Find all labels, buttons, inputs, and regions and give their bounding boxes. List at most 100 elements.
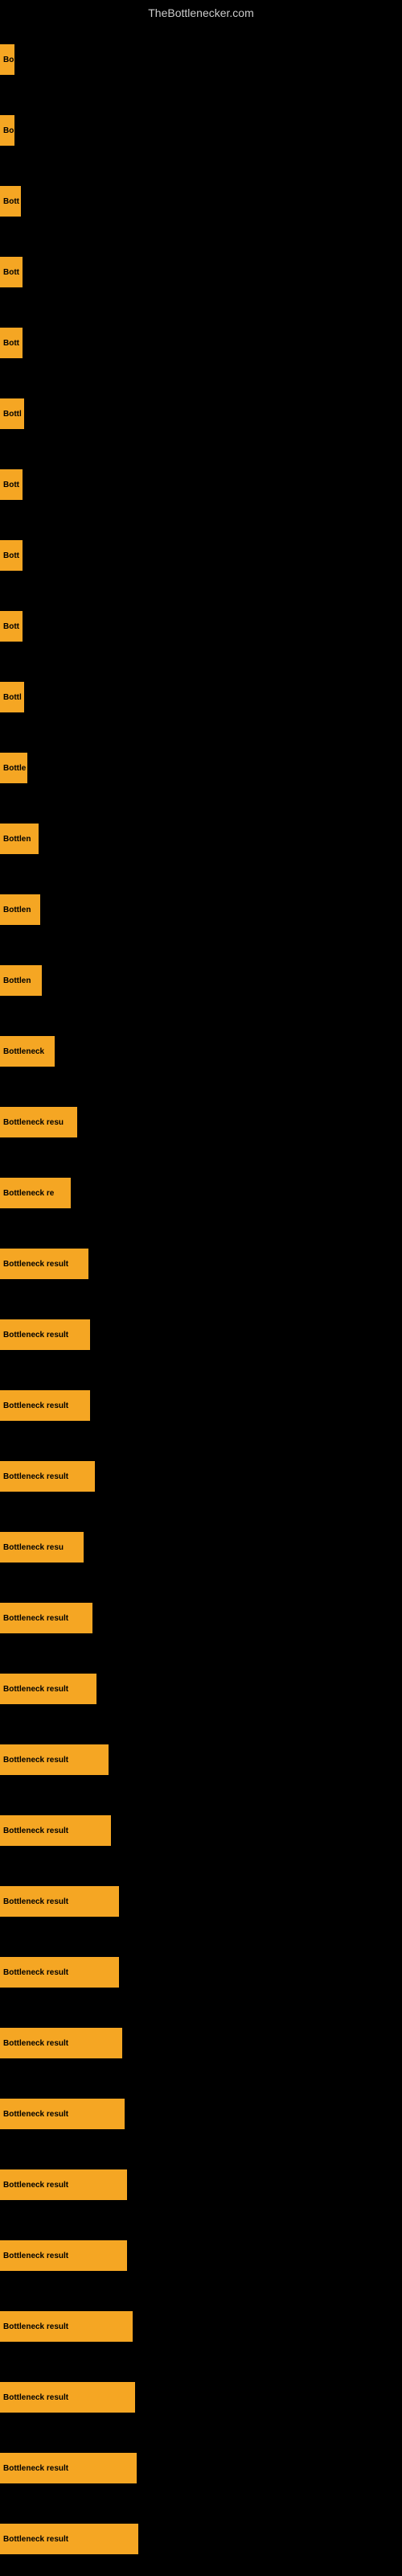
bar-label: Bottlen <box>3 835 31 844</box>
bar-label: Bottleneck <box>3 1047 44 1056</box>
bar: Bottleneck result <box>0 1319 90 1350</box>
bar-row: Bottleneck result <box>0 1228 402 1299</box>
bar-row: Bottle <box>0 733 402 803</box>
bar: Bottleneck result <box>0 2382 135 2413</box>
bar-row: Bottleneck result <box>0 1724 402 1795</box>
bar-label: Bott <box>3 481 19 489</box>
bar: Bottlen <box>0 965 42 996</box>
bar: Bott <box>0 540 23 571</box>
bar-label: Bottleneck result <box>3 1614 68 1623</box>
bar-row: Bottleneck resu <box>0 1087 402 1158</box>
bar: Bo <box>0 44 14 75</box>
bar: Bott <box>0 186 21 217</box>
bar-row: Bottlen <box>0 945 402 1016</box>
bar-label: Bottl <box>3 693 22 702</box>
bar: Bottleneck result <box>0 1603 92 1633</box>
bar-row: Bottleneck re <box>0 1158 402 1228</box>
bar: Bott <box>0 257 23 287</box>
bar-row: Bottleneck result <box>0 2362 402 2433</box>
bar: Bottleneck resu <box>0 1107 77 1137</box>
bar-row: Bott <box>0 520 402 591</box>
bar-label: Bottleneck result <box>3 1472 68 1481</box>
bar-label: Bo <box>3 126 14 135</box>
bar-row: Bo <box>0 24 402 95</box>
bar-row: Bottleneck result <box>0 1299 402 1370</box>
bar-label: Bottleneck result <box>3 1402 68 1410</box>
bar-label: Bottleneck result <box>3 1756 68 1765</box>
bar: Bottleneck result <box>0 2169 127 2200</box>
bar: Bottleneck result <box>0 2311 133 2342</box>
bar: Bottleneck result <box>0 2099 125 2129</box>
bar: Bottleneck result <box>0 2524 138 2554</box>
bar-row: Bottleneck result <box>0 1441 402 1512</box>
bar: Bottle <box>0 753 27 783</box>
bar: Bo <box>0 115 14 146</box>
bar-row: Bottleneck result <box>0 2079 402 2149</box>
bar: Bottlen <box>0 894 40 925</box>
bar-row: Bott <box>0 308 402 378</box>
bar: Bottleneck resu <box>0 1532 84 1563</box>
bar-row: Bott <box>0 166 402 237</box>
bar-label: Bottleneck result <box>3 1685 68 1694</box>
bar-label: Bottlen <box>3 906 31 914</box>
bar-row: Bottleneck result <box>0 2291 402 2362</box>
bar-row: Bottleneck result <box>0 2149 402 2220</box>
bar-label: Bo <box>3 56 14 64</box>
bar: Bottl <box>0 398 24 429</box>
bar-label: Bottleneck re <box>3 1189 54 1198</box>
bar-label: Bottleneck result <box>3 1897 68 1906</box>
bar-row: Bottleneck result <box>0 2008 402 2079</box>
bar-row: Bottleneck result <box>0 2433 402 2504</box>
bar-row: Bottleneck <box>0 1016 402 1087</box>
bar: Bottleneck re <box>0 1178 71 1208</box>
bar-label: Bott <box>3 197 19 206</box>
bar-row: Bottlen <box>0 803 402 874</box>
bars-container: Bo Bo Bott Bott Bott Bottl Bott Bott Bott Bottl Bo… <box>0 24 402 2574</box>
bar-label: Bottleneck result <box>3 2464 68 2473</box>
bar-row: Bottleneck result <box>0 1370 402 1441</box>
bar-label: Bottleneck result <box>3 2322 68 2331</box>
bar-label: Bottleneck result <box>3 1260 68 1269</box>
bar-label: Bottleneck result <box>3 2252 68 2260</box>
bar-label: Bottleneck result <box>3 1331 68 1340</box>
bar-row: Bottleneck result <box>0 1653 402 1724</box>
bar: Bottlen <box>0 824 39 854</box>
bar: Bottleneck result <box>0 1815 111 1846</box>
bar: Bott <box>0 328 23 358</box>
bar: Bottleneck result <box>0 2453 137 2483</box>
bar-row: Bott <box>0 591 402 662</box>
bar: Bottleneck result <box>0 1390 90 1421</box>
bar-row: Bottleneck result <box>0 1795 402 1866</box>
bar-row: Bott <box>0 237 402 308</box>
bar: Bottleneck <box>0 1036 55 1067</box>
bar-label: Bott <box>3 268 19 277</box>
bar-row: Bottlen <box>0 874 402 945</box>
bar: Bottleneck result <box>0 1744 109 1775</box>
bar-row: Bott <box>0 449 402 520</box>
bar-label: Bottleneck resu <box>3 1118 64 1127</box>
bar: Bottleneck result <box>0 1249 88 1279</box>
bar-row: Bottl <box>0 662 402 733</box>
bar-label: Bottleneck result <box>3 2535 68 2544</box>
bar: Bottleneck result <box>0 1461 95 1492</box>
bar-label: Bottl <box>3 410 22 419</box>
bar-label: Bottle <box>3 764 26 773</box>
bar-label: Bottleneck resu <box>3 1543 64 1552</box>
bar-row: Bottleneck result <box>0 2220 402 2291</box>
bar: Bott <box>0 469 23 500</box>
bar-label: Bottleneck result <box>3 2393 68 2402</box>
bar-label: Bott <box>3 551 19 560</box>
bar-row: Bottleneck resu <box>0 1512 402 1583</box>
bar: Bottl <box>0 682 24 712</box>
bar-row: Bottleneck result <box>0 1583 402 1653</box>
bar: Bottleneck result <box>0 2240 127 2271</box>
bar: Bottleneck result <box>0 1886 119 1917</box>
bar-label: Bottlen <box>3 976 31 985</box>
bar-row: Bottl <box>0 378 402 449</box>
bar-label: Bott <box>3 622 19 631</box>
bar-label: Bottleneck result <box>3 1827 68 1835</box>
bar-label: Bottleneck result <box>3 2181 68 2190</box>
bar-row: Bottleneck result <box>0 1866 402 1937</box>
bar-row: Bo <box>0 95 402 166</box>
bar: Bottleneck result <box>0 1674 96 1704</box>
